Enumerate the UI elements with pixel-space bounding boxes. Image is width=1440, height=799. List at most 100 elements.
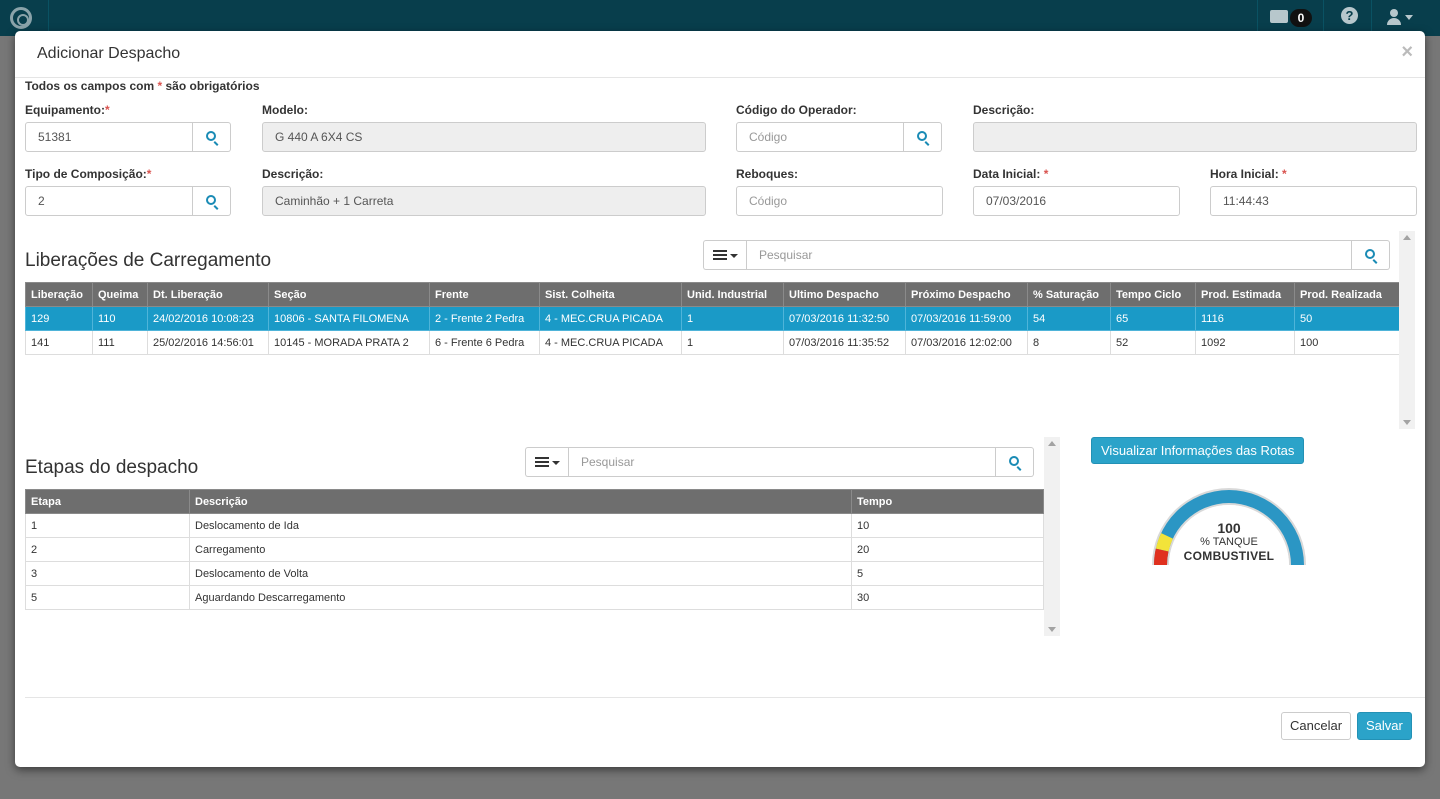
equipamento-search-button[interactable] — [193, 122, 231, 152]
etapas-search-button[interactable] — [996, 447, 1034, 477]
table-row[interactable]: 141 111 25/02/2016 14:56:01 10145 - MORADA … — [25, 330, 1400, 355]
liberacoes-columns-menu-button[interactable] — [703, 240, 746, 270]
user-icon[interactable] — [1387, 9, 1401, 25]
modelo-field: Modelo: G 440 A 6X4 CS — [262, 102, 706, 152]
descricao-composicao-input[interactable]: Caminhão + 1 Carreta — [262, 186, 706, 216]
table-cell: 1092 — [1195, 330, 1295, 355]
table-cell: 141 — [25, 330, 93, 355]
scroll-up-icon[interactable] — [1048, 441, 1056, 446]
required-fields-note: Todos os campos com * são obrigatórios — [25, 79, 260, 93]
scroll-down-icon[interactable] — [1403, 420, 1411, 425]
column-header[interactable]: Unid. Industrial — [681, 282, 784, 307]
data-inicial-label: Data Inicial: * — [973, 167, 1049, 181]
modelo-input[interactable]: G 440 A 6X4 CS — [262, 122, 706, 152]
table-cell: 25/02/2016 14:56:01 — [147, 330, 269, 355]
table-cell: 1116 — [1195, 306, 1295, 331]
hora-inicial-input[interactable]: 11:44:43 — [1210, 186, 1417, 216]
search-icon — [1365, 249, 1375, 259]
table-cell: Aguardando Descarregamento — [189, 585, 852, 610]
chevron-down-icon — [730, 254, 738, 258]
column-header[interactable]: Etapa — [25, 489, 190, 514]
column-header[interactable]: Tempo Ciclo — [1110, 282, 1196, 307]
column-header[interactable]: Prod. Realizada — [1294, 282, 1400, 307]
modal-title: Adicionar Despacho — [37, 45, 181, 62]
etapas-table: Etapa Descrição Tempo 1 Deslocamento de Ida… — [25, 489, 1044, 610]
search-icon — [206, 195, 216, 205]
help-icon[interactable]: ? — [1341, 7, 1358, 24]
chevron-down-icon[interactable] — [1405, 15, 1413, 20]
gauge-label: COMBUSTIVEL — [1183, 549, 1275, 563]
liberacoes-search-bar: Pesquisar — [703, 240, 1390, 270]
column-header[interactable]: Seção — [268, 282, 430, 307]
column-header[interactable]: Frente — [429, 282, 540, 307]
table-cell: Carregamento — [189, 537, 852, 562]
app-logo-icon[interactable] — [10, 7, 32, 29]
column-header[interactable]: Liberação — [25, 282, 93, 307]
tipo-composicao-search-button[interactable] — [193, 186, 231, 216]
table-cell: Deslocamento de Ida — [189, 513, 852, 538]
liberacoes-search-input[interactable]: Pesquisar — [746, 240, 1352, 270]
etapas-search-bar: Pesquisar — [525, 447, 1034, 477]
table-cell: 07/03/2016 11:32:50 — [783, 306, 906, 331]
table-cell: 07/03/2016 11:35:52 — [783, 330, 906, 355]
table-cell: 1 — [681, 306, 784, 331]
table-cell: 54 — [1027, 306, 1111, 331]
column-header[interactable]: Dt. Liberação — [147, 282, 269, 307]
codigo-operador-search-button[interactable] — [904, 122, 942, 152]
column-header[interactable]: Próximo Despacho — [905, 282, 1028, 307]
descricao-composicao-label: Descrição: — [262, 167, 324, 181]
table-cell: 65 — [1110, 306, 1196, 331]
column-header[interactable]: Prod. Estimada — [1195, 282, 1295, 307]
table-cell: 10806 - SANTA FILOMENA — [268, 306, 430, 331]
scroll-up-icon[interactable] — [1403, 235, 1411, 240]
mail-icon[interactable] — [1270, 10, 1288, 23]
etapas-columns-menu-button[interactable] — [525, 447, 568, 477]
search-icon — [917, 131, 927, 141]
table-cell: 1 — [25, 513, 190, 538]
scroll-down-icon[interactable] — [1048, 627, 1056, 632]
column-header[interactable]: Tempo — [851, 489, 1044, 514]
table-cell: 07/03/2016 11:59:00 — [905, 306, 1028, 331]
reboques-input[interactable]: Código — [736, 186, 943, 216]
modal-footer-divider — [25, 697, 1425, 698]
table-cell: 10 — [851, 513, 1044, 538]
column-header[interactable]: Descrição — [189, 489, 852, 514]
table-header-row: Liberação Queima Dt. Liberação Seção Frente S… — [25, 282, 1400, 307]
reboques-field: Reboques: Código — [736, 166, 943, 216]
codigo-operador-input[interactable]: Código — [736, 122, 904, 152]
table-cell: 4 - MEC.CRUA PICADA — [539, 306, 682, 331]
table-cell: 1 — [681, 330, 784, 355]
table-row[interactable]: 2 Carregamento 20 — [25, 537, 1044, 562]
data-inicial-input[interactable]: 07/03/2016 — [973, 186, 1180, 216]
column-header[interactable]: Queima — [92, 282, 148, 307]
liberacoes-scrollbar[interactable] — [1399, 231, 1415, 429]
equipamento-input[interactable]: 51381 — [25, 122, 193, 152]
table-header-row: Etapa Descrição Tempo — [25, 489, 1044, 514]
table-row[interactable]: 5 Aguardando Descarregamento 30 — [25, 585, 1044, 610]
table-cell: 110 — [92, 306, 148, 331]
descricao-operador-field: Descrição: — [973, 102, 1417, 152]
liberacoes-search-button[interactable] — [1352, 240, 1390, 270]
column-header[interactable]: Ultimo Despacho — [783, 282, 906, 307]
required-note-text: Todos os campos com — [25, 79, 158, 93]
tipo-composicao-input[interactable]: 2 — [25, 186, 193, 216]
column-header[interactable]: % Saturação — [1027, 282, 1111, 307]
column-header[interactable]: Sist. Colheita — [539, 282, 682, 307]
table-cell: 3 — [25, 561, 190, 586]
table-row[interactable]: 3 Deslocamento de Volta 5 — [25, 561, 1044, 586]
table-row[interactable]: 1 Deslocamento de Ida 10 — [25, 513, 1044, 538]
table-cell: 129 — [25, 306, 93, 331]
close-icon[interactable]: × — [1401, 41, 1413, 64]
etapas-scrollbar[interactable] — [1044, 437, 1060, 636]
descricao-operador-input[interactable] — [973, 122, 1417, 152]
tipo-composicao-field: Tipo de Composição:* 2 — [25, 166, 231, 216]
visualizar-rotas-button[interactable]: Visualizar Informações das Rotas — [1091, 437, 1305, 464]
cancel-button[interactable]: Cancelar — [1281, 712, 1352, 740]
equipamento-field: Equipamento:* 51381 — [25, 102, 231, 152]
menu-icon — [713, 250, 727, 260]
table-cell: 30 — [851, 585, 1044, 610]
save-button[interactable]: Salvar — [1357, 712, 1412, 740]
table-cell: 5 — [851, 561, 1044, 586]
etapas-search-input[interactable]: Pesquisar — [568, 447, 996, 477]
table-row[interactable]: 129 110 24/02/2016 10:08:23 10806 - SANTA F… — [25, 306, 1400, 331]
